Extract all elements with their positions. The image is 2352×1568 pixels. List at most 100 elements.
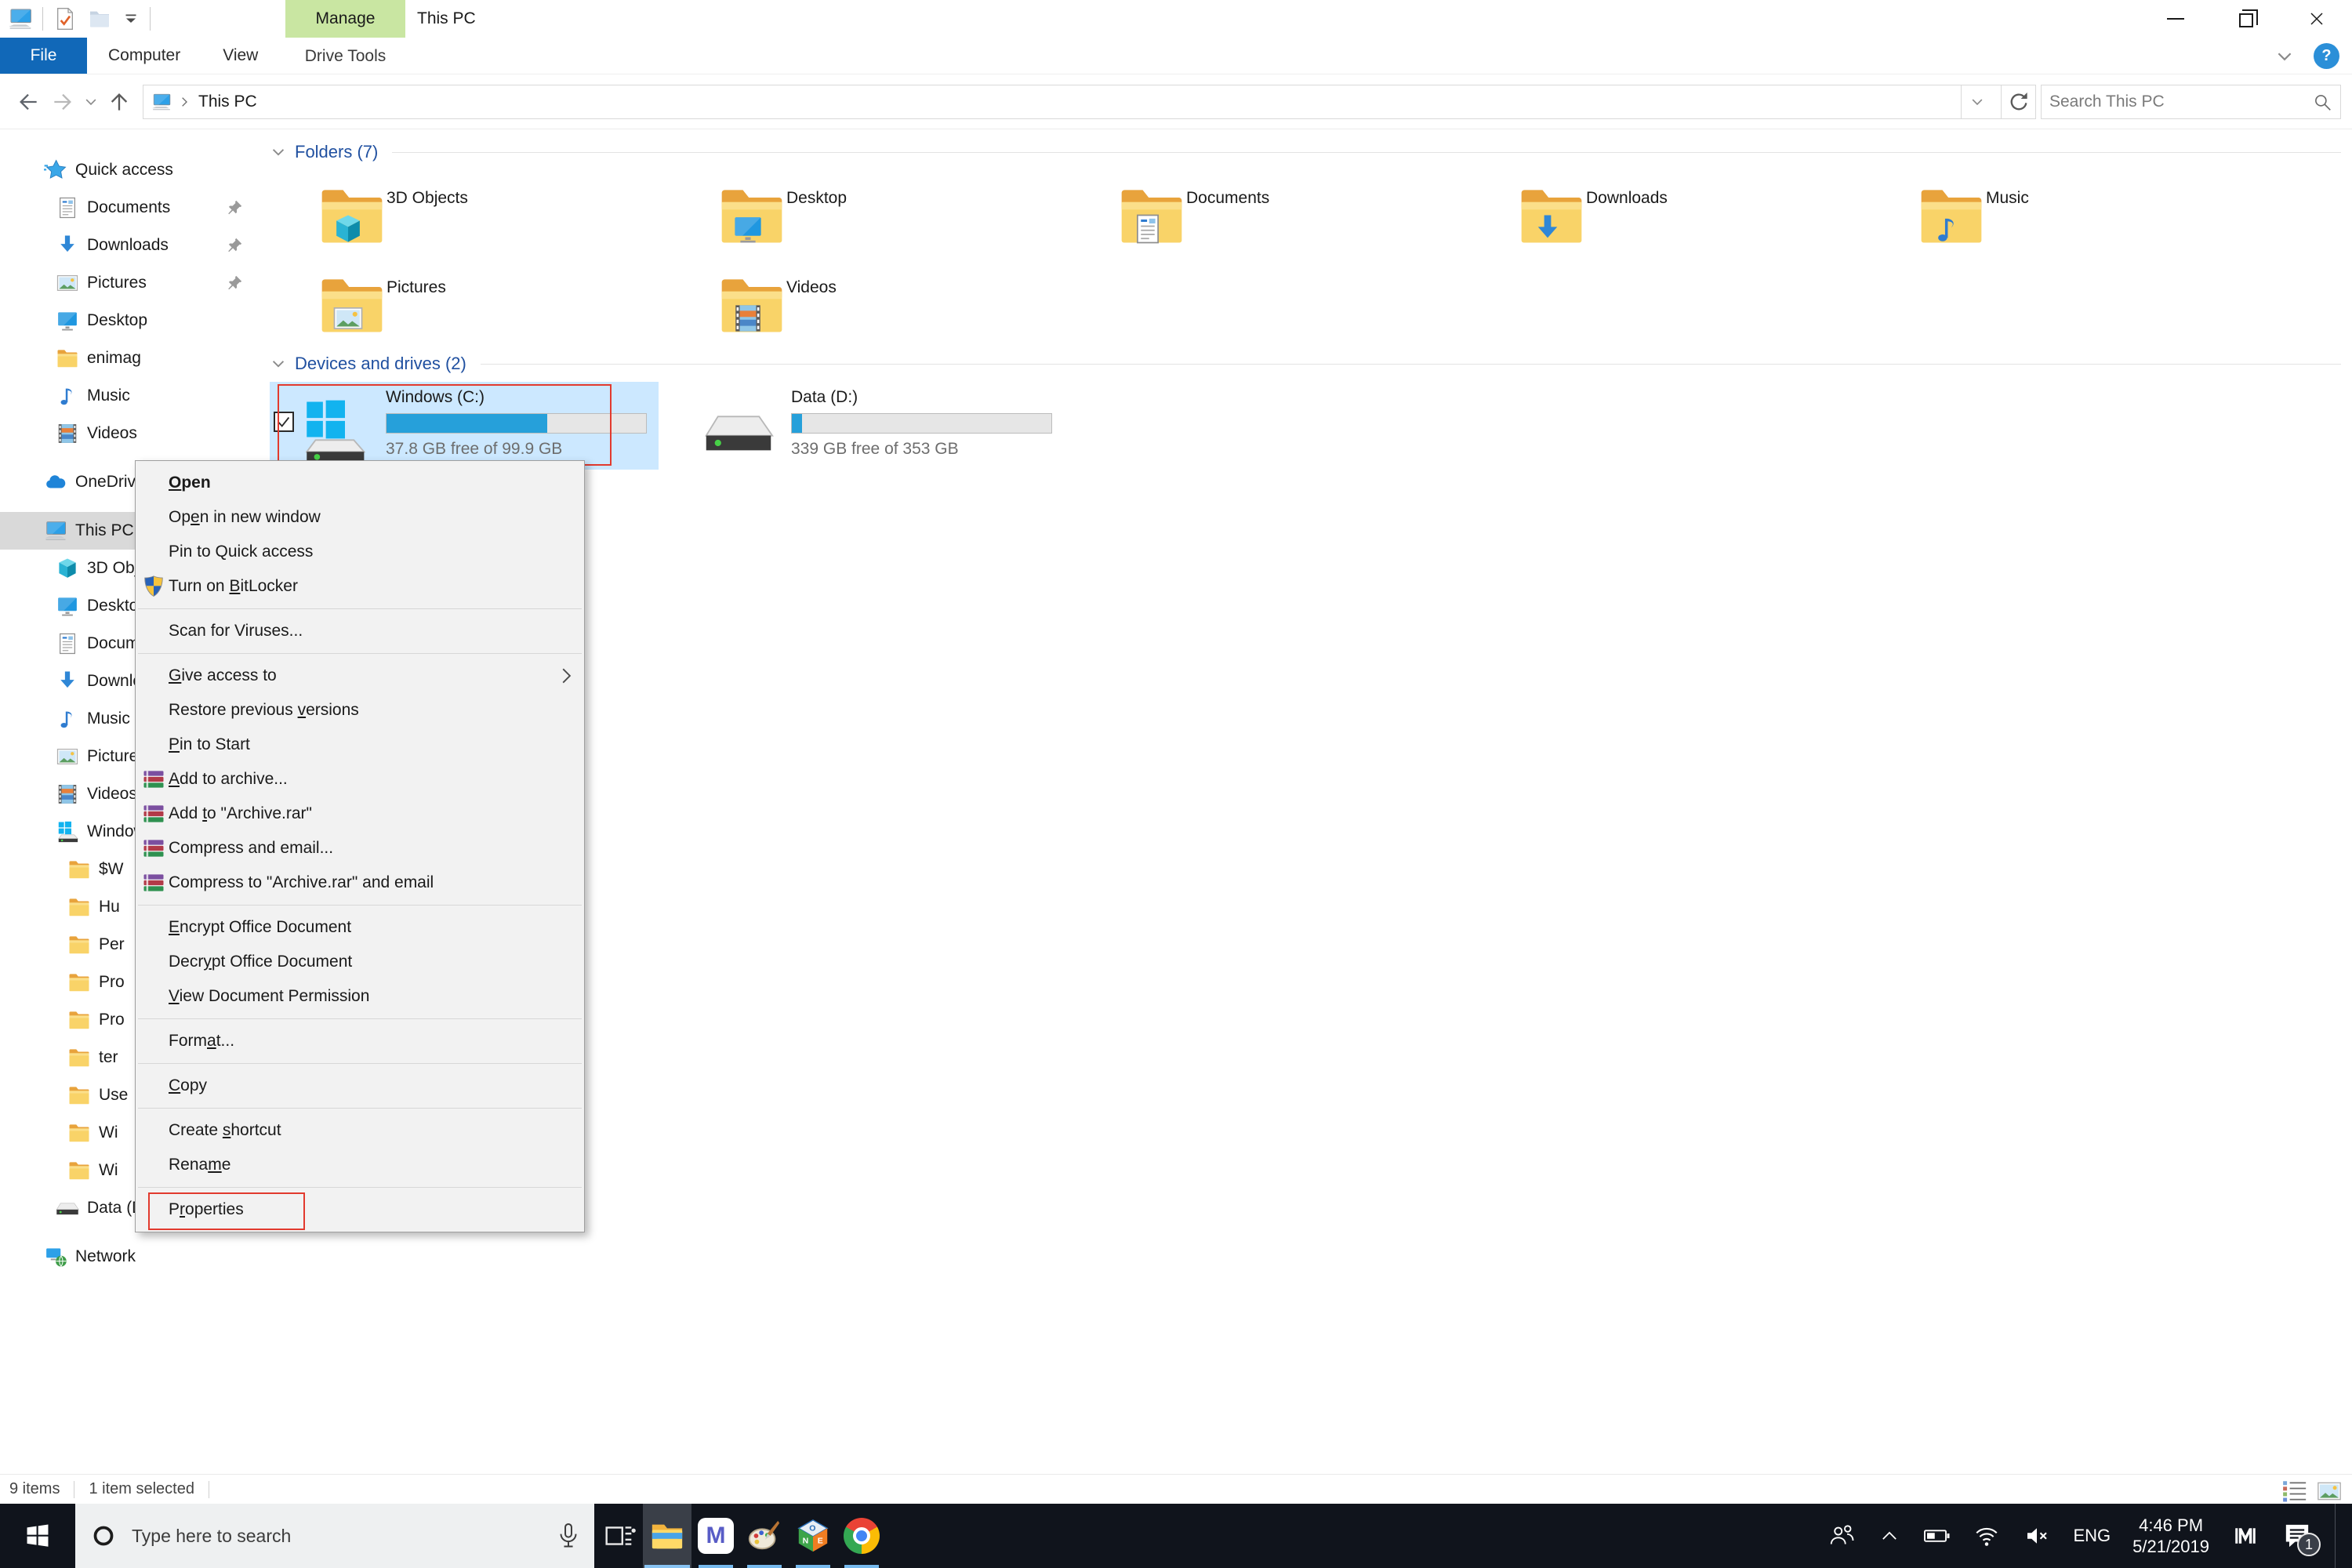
- breadcrumb[interactable]: This PC: [143, 84, 2002, 119]
- taskbar-app-chrome[interactable]: [837, 1504, 886, 1568]
- start-button[interactable]: [0, 1504, 75, 1568]
- menu-item-compress-to-archive-rar-and-email[interactable]: Compress to "Archive.rar" and email: [136, 866, 584, 900]
- sidebar-item-enimag[interactable]: enimag: [0, 339, 259, 377]
- folder-icon: [316, 180, 388, 252]
- folder-tile-3d-objects[interactable]: 3D Objects: [270, 176, 659, 258]
- sidebar-item-quick-access[interactable]: Quick access: [0, 151, 259, 189]
- menu-item-restore-previous-versions[interactable]: Restore previous versions: [136, 693, 584, 728]
- taskbar-app-taskview[interactable]: [594, 1504, 643, 1568]
- desktop-icon: [731, 212, 764, 245]
- collapse-group-icon[interactable]: [270, 143, 287, 161]
- back-icon[interactable]: [16, 89, 41, 114]
- microphone-icon[interactable]: [554, 1521, 583, 1551]
- paint-icon: [746, 1518, 782, 1554]
- people-icon[interactable]: [1828, 1522, 1857, 1550]
- manage-contextual-group[interactable]: Manage: [285, 0, 405, 38]
- menu-item-label: Open in new window: [169, 508, 321, 526]
- sidebar-item-desktop[interactable]: Desktop: [0, 302, 259, 339]
- taskbar-app-paint[interactable]: [740, 1504, 789, 1568]
- tab-computer[interactable]: Computer: [87, 38, 201, 74]
- up-icon[interactable]: [107, 89, 132, 114]
- menu-item-pin-to-start[interactable]: Pin to Start: [136, 728, 584, 762]
- sidebar-item-videos[interactable]: Videos: [0, 415, 259, 452]
- menu-item-properties[interactable]: Properties: [136, 1192, 584, 1230]
- address-dropdown-icon[interactable]: [1962, 85, 1993, 118]
- battery-icon[interactable]: [1922, 1522, 1951, 1550]
- folder-tile-documents[interactable]: Documents: [1070, 176, 1459, 258]
- taskbar-app-m-app[interactable]: M: [691, 1504, 740, 1568]
- sidebar-item-network[interactable]: Network: [0, 1238, 259, 1276]
- menu-item-decrypt-office-document[interactable]: Decrypt Office Document: [136, 945, 584, 979]
- folder-icon: [56, 347, 79, 370]
- menu-item-rename[interactable]: Rename: [136, 1148, 584, 1182]
- menu-item-add-to-archive-rar[interactable]: Add to "Archive.rar": [136, 797, 584, 831]
- taskbar-app-explorer[interactable]: [643, 1504, 691, 1568]
- tray-date: 5/21/2019: [2132, 1537, 2209, 1556]
- collapse-group-icon[interactable]: [270, 355, 287, 372]
- forward-icon[interactable]: [50, 89, 75, 114]
- show-desktop-button[interactable]: [2335, 1504, 2339, 1568]
- restore-button[interactable]: [2211, 0, 2281, 38]
- menu-item-label: Give access to: [169, 666, 277, 684]
- sidebar-item-documents[interactable]: Documents: [0, 189, 259, 227]
- breadcrumb-location[interactable]: This PC: [198, 93, 257, 111]
- menu-item-format[interactable]: Format...: [136, 1024, 584, 1058]
- tab-drive-tools[interactable]: Drive Tools: [294, 38, 397, 74]
- menu-item-add-to-archive[interactable]: Add to archive...: [136, 762, 584, 797]
- menu-item-give-access-to[interactable]: Give access to: [136, 659, 584, 693]
- folders-group-header[interactable]: Folders (7): [270, 139, 2341, 165]
- menu-item-label: Turn on BitLocker: [169, 577, 298, 595]
- properties-check-icon[interactable]: [53, 6, 78, 31]
- m-tray-icon[interactable]: [2231, 1522, 2259, 1550]
- menu-item-compress-and-email[interactable]: Compress and email...: [136, 831, 584, 866]
- sidebar-item-music[interactable]: Music: [0, 377, 259, 415]
- minimize-button[interactable]: [2140, 0, 2211, 38]
- sidebar-item-downloads[interactable]: Downloads: [0, 227, 259, 264]
- sidebar-item-label: This PC: [75, 521, 134, 539]
- tray-chevron-icon[interactable]: [1878, 1525, 1900, 1547]
- taskbar-app-one-cube[interactable]: ONE: [789, 1504, 837, 1568]
- menu-item-create-shortcut[interactable]: Create shortcut: [136, 1113, 584, 1148]
- sidebar-item-label: Network: [75, 1247, 136, 1265]
- drive-tile-data-d[interactable]: Data (D:) 339 GB free of 353 GB: [675, 382, 1064, 470]
- collapse-ribbon-icon[interactable]: [2274, 46, 2295, 67]
- help-icon[interactable]: ?: [2314, 43, 2339, 69]
- wifi-icon[interactable]: [1973, 1522, 2001, 1550]
- drive-tile-windows-c[interactable]: Windows (C:) 37.8 GB free of 99.9 GB: [270, 382, 659, 470]
- refresh-button[interactable]: [2002, 84, 2036, 119]
- menu-item-view-document-permission[interactable]: View Document Permission: [136, 979, 584, 1014]
- menu-item-encrypt-office-document[interactable]: Encrypt Office Document: [136, 910, 584, 945]
- volume-muted-icon[interactable]: [2023, 1522, 2051, 1550]
- language-indicator[interactable]: ENG: [2073, 1526, 2111, 1546]
- tab-view[interactable]: View: [201, 38, 279, 74]
- drive-checkbox[interactable]: [274, 412, 294, 432]
- menu-item-open-in-new-window[interactable]: Open in new window: [136, 500, 584, 535]
- new-folder-icon[interactable]: [87, 6, 112, 31]
- sidebar-item-pictures[interactable]: Pictures: [0, 264, 259, 302]
- recent-locations-icon[interactable]: [83, 94, 99, 110]
- menu-item-copy[interactable]: Copy: [136, 1069, 584, 1103]
- details-view-icon[interactable]: [2281, 1478, 2308, 1501]
- search-icon[interactable]: [2312, 92, 2332, 112]
- tab-file[interactable]: File: [0, 38, 87, 74]
- menu-item-turn-on-bitlocker[interactable]: Turn on BitLocker: [136, 569, 584, 604]
- folder-tile-music[interactable]: Music: [1870, 176, 2259, 258]
- thumbnail-view-icon[interactable]: [2316, 1478, 2343, 1501]
- close-button[interactable]: [2281, 0, 2352, 38]
- qat-dropdown-icon[interactable]: [122, 9, 140, 28]
- drives-group-header[interactable]: Devices and drives (2): [270, 350, 2341, 377]
- menu-item-pin-to-quick-access[interactable]: Pin to Quick access: [136, 535, 584, 569]
- search-box[interactable]: [2041, 84, 2341, 119]
- folder-tile-pictures[interactable]: Pictures: [270, 266, 659, 347]
- folder-tile-desktop[interactable]: Desktop: [670, 176, 1059, 258]
- folder-tile-downloads[interactable]: Downloads: [1470, 176, 1859, 258]
- taskbar-search[interactable]: [75, 1504, 594, 1568]
- search-input[interactable]: [2049, 92, 2312, 111]
- clock[interactable]: 4:46 PM 5/21/2019: [2132, 1515, 2209, 1557]
- folder-tile-videos[interactable]: Videos: [670, 266, 1059, 347]
- action-center-icon[interactable]: 1: [2281, 1520, 2321, 1556]
- menu-item-scan-for-viruses[interactable]: Scan for Viruses...: [136, 614, 584, 648]
- taskbar-search-input[interactable]: [132, 1525, 594, 1547]
- menu-item-label: Rename: [169, 1156, 231, 1174]
- menu-item-open[interactable]: Open: [136, 466, 584, 500]
